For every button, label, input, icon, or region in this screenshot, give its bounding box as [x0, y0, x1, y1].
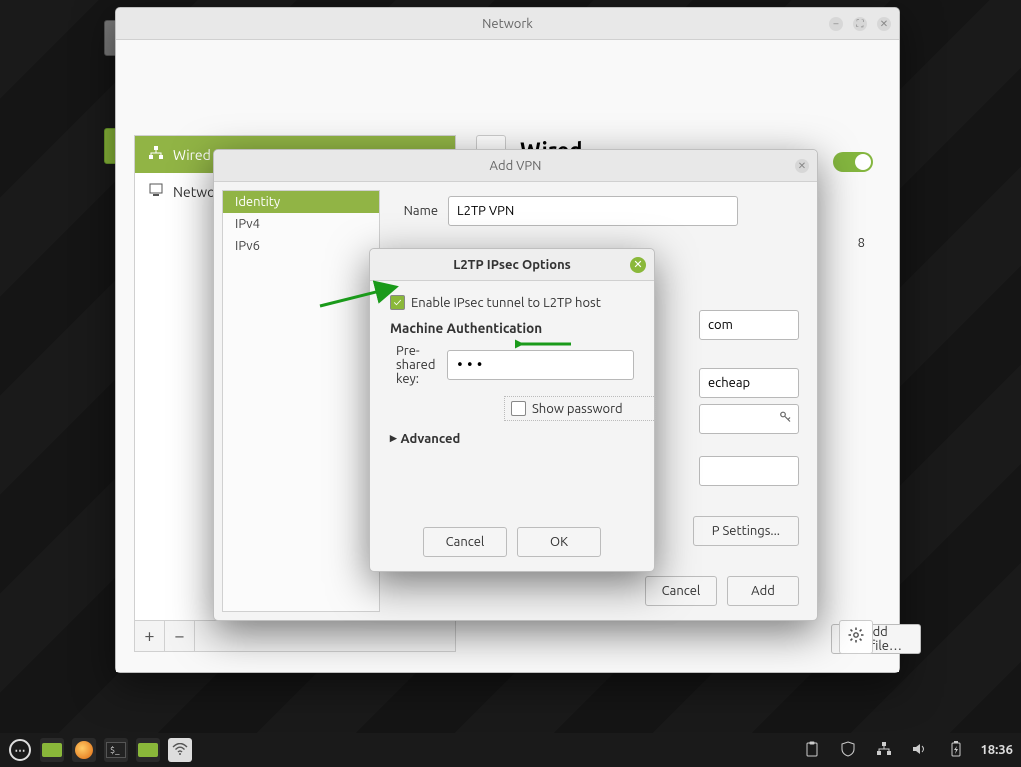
psk-label: Pre-shared key: — [396, 344, 437, 386]
tab-ipv6[interactable]: IPv6 — [223, 235, 379, 257]
window-title: L2TP IPsec Options — [453, 258, 571, 272]
gateway-input-partial[interactable] — [699, 310, 799, 340]
connection-settings-button[interactable] — [839, 620, 873, 654]
close-button[interactable]: ✕ — [795, 159, 809, 173]
ppp-settings-button[interactable]: P Settings... — [693, 516, 799, 546]
network-tray-icon[interactable] — [872, 738, 896, 762]
network-tray-launcher[interactable] — [168, 738, 192, 762]
enable-ipsec-checkbox[interactable]: ✓ — [390, 295, 405, 310]
file-manager-launcher[interactable] — [40, 738, 64, 762]
machine-auth-heading: Machine Authentication — [390, 320, 634, 336]
taskbar-clock[interactable]: 18:36 — [980, 743, 1013, 757]
terminal-icon: $_ — [106, 742, 126, 758]
advanced-expander[interactable]: ▸ Advanced — [390, 431, 634, 446]
minimize-button[interactable]: – — [829, 17, 843, 31]
start-menu-button[interactable]: ⋯ — [8, 738, 32, 762]
proxy-icon — [149, 183, 163, 200]
show-password-label: Show password — [532, 402, 623, 416]
wired-icon — [149, 146, 163, 163]
volume-tray-icon[interactable] — [908, 738, 932, 762]
cancel-button[interactable]: Cancel — [423, 527, 507, 557]
username-input-partial[interactable] — [699, 368, 799, 398]
ipsec-options-window: L2TP IPsec Options ✕ ✓ Enable IPsec tunn… — [369, 248, 655, 572]
advanced-label: Advanced — [401, 432, 461, 446]
ntdomain-input-partial[interactable] — [699, 456, 799, 486]
wired-network-icon — [877, 742, 891, 759]
add-vpn-titlebar[interactable]: Add VPN ✕ — [214, 150, 817, 182]
network-window-titlebar[interactable]: Network – ⛶ ✕ — [116, 8, 899, 40]
terminal-launcher[interactable]: $_ — [104, 738, 128, 762]
connection-toggle[interactable] — [833, 152, 873, 172]
chevron-right-icon: ▸ — [390, 431, 397, 446]
clipboard-icon — [805, 741, 819, 760]
close-button[interactable]: ✕ — [877, 17, 891, 31]
partial-rate-text: 8 — [858, 236, 865, 250]
name-label: Name — [398, 204, 438, 218]
psk-input[interactable] — [447, 350, 634, 380]
firefox-launcher[interactable] — [72, 738, 96, 762]
maximize-button[interactable]: ⛶ — [853, 17, 867, 31]
enable-ipsec-checkbox-row[interactable]: ✓ Enable IPsec tunnel to L2TP host — [390, 295, 634, 310]
vpn-nav: Identity IPv4 IPv6 — [222, 190, 380, 612]
folder-icon — [138, 743, 158, 757]
password-store-icon[interactable] — [779, 411, 793, 428]
ok-button[interactable]: OK — [517, 527, 601, 557]
battery-icon — [950, 741, 962, 760]
sidebar-item-label: Netwo — [173, 184, 215, 200]
speaker-icon — [912, 742, 928, 759]
tab-identity[interactable]: Identity — [223, 191, 379, 213]
battery-tray-icon[interactable] — [944, 738, 968, 762]
firefox-icon — [75, 741, 93, 759]
ipsec-titlebar[interactable]: L2TP IPsec Options ✕ — [370, 249, 654, 281]
close-button[interactable]: ✕ — [630, 257, 646, 273]
files-launcher[interactable] — [136, 738, 160, 762]
shield-tray-icon[interactable] — [836, 738, 860, 762]
cancel-button[interactable]: Cancel — [645, 576, 717, 606]
window-title: Add VPN — [490, 159, 542, 173]
show-password-row[interactable]: Show password — [504, 396, 656, 421]
tab-ipv4[interactable]: IPv4 — [223, 213, 379, 235]
remove-connection-button[interactable]: − — [165, 621, 195, 651]
taskbar: ⋯ $_ 18:36 — [0, 733, 1021, 767]
sidebar-item-label: Wired — [173, 147, 211, 163]
enable-ipsec-label: Enable IPsec tunnel to L2TP host — [411, 296, 601, 310]
add-connection-button[interactable]: + — [135, 621, 165, 651]
wifi-icon — [172, 742, 188, 758]
vpn-name-input[interactable] — [448, 196, 738, 226]
folder-icon — [42, 743, 62, 757]
window-title: Network — [482, 17, 533, 31]
show-password-checkbox[interactable] — [511, 401, 526, 416]
gear-icon — [848, 627, 864, 647]
clipboard-tray-icon[interactable] — [800, 738, 824, 762]
mint-logo-icon: ⋯ — [9, 739, 31, 761]
list-footer: + − — [134, 621, 456, 652]
shield-icon — [841, 741, 855, 760]
add-button[interactable]: Add — [727, 576, 799, 606]
